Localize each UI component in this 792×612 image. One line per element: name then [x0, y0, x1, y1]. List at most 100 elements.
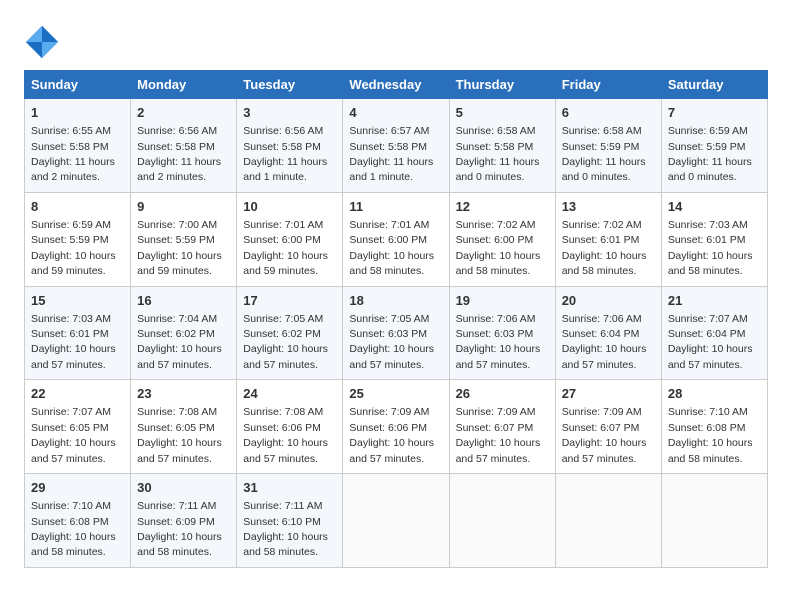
- day-cell-15: 15 Sunrise: 7:03 AMSunset: 6:01 PMDayligh…: [25, 286, 131, 380]
- day-info: Sunrise: 6:59 AMSunset: 5:59 PMDaylight:…: [31, 219, 116, 277]
- page-header: [24, 20, 768, 60]
- day-number: 30: [137, 479, 230, 497]
- day-cell-21: 21Sunrise: 7:07 AMSunset: 6:04 PMDayligh…: [661, 286, 767, 380]
- day-info: Sunrise: 7:01 AMSunset: 6:00 PMDaylight:…: [349, 219, 434, 277]
- day-number: 3: [243, 104, 336, 122]
- day-cell-19: 19 Sunrise: 7:06 AMSunset: 6:03 PMDayligh…: [449, 286, 555, 380]
- day-cell-11: 11 Sunrise: 7:01 AMSunset: 6:00 PMDayligh…: [343, 192, 449, 286]
- day-number: 20: [562, 292, 655, 310]
- day-info: Sunrise: 6:58 AMSunset: 5:58 PMDaylight:…: [456, 125, 540, 183]
- day-cell-31: 31Sunrise: 7:11 AMSunset: 6:10 PMDayligh…: [237, 474, 343, 568]
- calendar-header-row: Sunday Monday Tuesday Wednesday Thursday…: [25, 71, 768, 99]
- day-number: 7: [668, 104, 761, 122]
- day-info: Sunrise: 7:09 AMSunset: 6:07 PMDaylight:…: [562, 406, 647, 464]
- empty-cell: [555, 474, 661, 568]
- day-number: 21: [668, 292, 761, 310]
- day-number: 24: [243, 385, 336, 403]
- day-cell-1: 1Sunrise: 6:55 AMSunset: 5:58 PMDaylight…: [25, 99, 131, 193]
- day-info: Sunrise: 7:03 AMSunset: 6:01 PMDaylight:…: [668, 219, 753, 277]
- col-monday: Monday: [131, 71, 237, 99]
- day-number: 14: [668, 198, 761, 216]
- day-info: Sunrise: 6:55 AMSunset: 5:58 PMDaylight:…: [31, 125, 115, 183]
- day-cell-25: 25Sunrise: 7:09 AMSunset: 6:06 PMDayligh…: [343, 380, 449, 474]
- day-number: 26: [456, 385, 549, 403]
- col-wednesday: Wednesday: [343, 71, 449, 99]
- day-cell-29: 29 Sunrise: 7:10 AMSunset: 6:08 PMDayligh…: [25, 474, 131, 568]
- col-thursday: Thursday: [449, 71, 555, 99]
- day-info: Sunrise: 6:57 AMSunset: 5:58 PMDaylight:…: [349, 125, 433, 183]
- day-info: Sunrise: 7:01 AMSunset: 6:00 PMDaylight:…: [243, 219, 328, 277]
- day-cell-8: 8 Sunrise: 6:59 AMSunset: 5:59 PMDaylight…: [25, 192, 131, 286]
- empty-cell: [343, 474, 449, 568]
- day-cell-20: 20 Sunrise: 7:06 AMSunset: 6:04 PMDayligh…: [555, 286, 661, 380]
- day-info: Sunrise: 7:08 AMSunset: 6:06 PMDaylight:…: [243, 406, 328, 464]
- day-info: Sunrise: 7:02 AMSunset: 6:01 PMDaylight:…: [562, 219, 647, 277]
- day-number: 12: [456, 198, 549, 216]
- day-number: 19: [456, 292, 549, 310]
- day-number: 31: [243, 479, 336, 497]
- day-cell-30: 30 Sunrise: 7:11 AMSunset: 6:09 PMDayligh…: [131, 474, 237, 568]
- calendar-week-5: 29 Sunrise: 7:10 AMSunset: 6:08 PMDayligh…: [25, 474, 768, 568]
- day-number: 27: [562, 385, 655, 403]
- day-info: Sunrise: 7:00 AMSunset: 5:59 PMDaylight:…: [137, 219, 222, 277]
- day-cell-14: 14 Sunrise: 7:03 AMSunset: 6:01 PMDayligh…: [661, 192, 767, 286]
- logo: [24, 24, 64, 60]
- day-cell-27: 27 Sunrise: 7:09 AMSunset: 6:07 PMDayligh…: [555, 380, 661, 474]
- day-cell-23: 23 Sunrise: 7:08 AMSunset: 6:05 PMDayligh…: [131, 380, 237, 474]
- day-cell-24: 24 Sunrise: 7:08 AMSunset: 6:06 PMDayligh…: [237, 380, 343, 474]
- day-info: Sunrise: 6:56 AMSunset: 5:58 PMDaylight:…: [243, 125, 327, 183]
- day-number: 10: [243, 198, 336, 216]
- day-info: Sunrise: 6:58 AMSunset: 5:59 PMDaylight:…: [562, 125, 646, 183]
- calendar-week-4: 22 Sunrise: 7:07 AMSunset: 6:05 PMDayligh…: [25, 380, 768, 474]
- calendar-table: Sunday Monday Tuesday Wednesday Thursday…: [24, 70, 768, 568]
- day-info: Sunrise: 7:08 AMSunset: 6:05 PMDaylight:…: [137, 406, 222, 464]
- calendar-week-3: 15 Sunrise: 7:03 AMSunset: 6:01 PMDayligh…: [25, 286, 768, 380]
- day-info: Sunrise: 7:05 AMSunset: 6:02 PMDaylight:…: [243, 313, 328, 371]
- day-number: 5: [456, 104, 549, 122]
- col-tuesday: Tuesday: [237, 71, 343, 99]
- col-friday: Friday: [555, 71, 661, 99]
- day-cell-28: 28 Sunrise: 7:10 AMSunset: 6:08 PMDayligh…: [661, 380, 767, 474]
- col-saturday: Saturday: [661, 71, 767, 99]
- day-cell-9: 9 Sunrise: 7:00 AMSunset: 5:59 PMDaylight…: [131, 192, 237, 286]
- day-cell-18: 18 Sunrise: 7:05 AMSunset: 6:03 PMDayligh…: [343, 286, 449, 380]
- day-cell-26: 26 Sunrise: 7:09 AMSunset: 6:07 PMDayligh…: [449, 380, 555, 474]
- day-number: 2: [137, 104, 230, 122]
- day-cell-13: 13 Sunrise: 7:02 AMSunset: 6:01 PMDayligh…: [555, 192, 661, 286]
- day-info: Sunrise: 7:07 AMSunset: 6:05 PMDaylight:…: [31, 406, 116, 464]
- day-info: Sunrise: 7:06 AMSunset: 6:03 PMDaylight:…: [456, 313, 541, 371]
- day-number: 28: [668, 385, 761, 403]
- day-number: 22: [31, 385, 124, 403]
- day-number: 29: [31, 479, 124, 497]
- day-number: 11: [349, 198, 442, 216]
- day-info: Sunrise: 7:05 AMSunset: 6:03 PMDaylight:…: [349, 313, 434, 371]
- empty-cell: [661, 474, 767, 568]
- day-cell-6: 6 Sunrise: 6:58 AMSunset: 5:59 PMDaylight…: [555, 99, 661, 193]
- day-number: 18: [349, 292, 442, 310]
- day-number: 4: [349, 104, 442, 122]
- day-info: Sunrise: 7:03 AMSunset: 6:01 PMDaylight:…: [31, 313, 116, 371]
- day-number: 17: [243, 292, 336, 310]
- day-number: 23: [137, 385, 230, 403]
- day-info: Sunrise: 7:10 AMSunset: 6:08 PMDaylight:…: [668, 406, 753, 464]
- day-number: 8: [31, 198, 124, 216]
- day-cell-2: 2 Sunrise: 6:56 AMSunset: 5:58 PMDaylight…: [131, 99, 237, 193]
- day-cell-17: 17 Sunrise: 7:05 AMSunset: 6:02 PMDayligh…: [237, 286, 343, 380]
- calendar-week-2: 8 Sunrise: 6:59 AMSunset: 5:59 PMDaylight…: [25, 192, 768, 286]
- day-cell-22: 22 Sunrise: 7:07 AMSunset: 6:05 PMDayligh…: [25, 380, 131, 474]
- day-number: 13: [562, 198, 655, 216]
- day-info: Sunrise: 7:11 AMSunset: 6:09 PMDaylight:…: [137, 500, 222, 558]
- day-number: 6: [562, 104, 655, 122]
- day-number: 9: [137, 198, 230, 216]
- day-cell-16: 16Sunrise: 7:04 AMSunset: 6:02 PMDayligh…: [131, 286, 237, 380]
- day-info: Sunrise: 7:09 AMSunset: 6:07 PMDaylight:…: [456, 406, 541, 464]
- calendar-week-1: 1Sunrise: 6:55 AMSunset: 5:58 PMDaylight…: [25, 99, 768, 193]
- day-info: Sunrise: 7:02 AMSunset: 6:00 PMDaylight:…: [456, 219, 541, 277]
- empty-cell: [449, 474, 555, 568]
- day-cell-5: 5 Sunrise: 6:58 AMSunset: 5:58 PMDaylight…: [449, 99, 555, 193]
- day-info: Sunrise: 7:10 AMSunset: 6:08 PMDaylight:…: [31, 500, 116, 558]
- day-info: Sunrise: 6:56 AMSunset: 5:58 PMDaylight:…: [137, 125, 221, 183]
- day-number: 15: [31, 292, 124, 310]
- day-info: Sunrise: 7:06 AMSunset: 6:04 PMDaylight:…: [562, 313, 647, 371]
- day-info: Sunrise: 7:09 AMSunset: 6:06 PMDaylight:…: [349, 406, 434, 464]
